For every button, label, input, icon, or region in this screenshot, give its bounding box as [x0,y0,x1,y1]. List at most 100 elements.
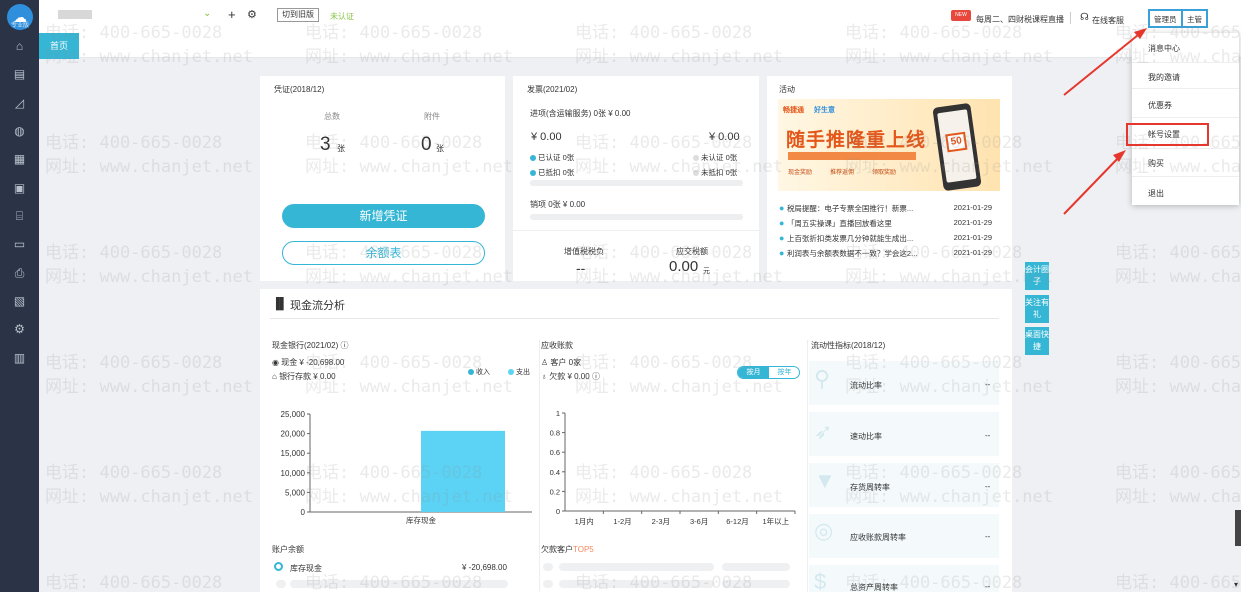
chevron-down-icon[interactable]: ⌄ [203,8,211,19]
ratio-value: -- [985,532,991,541]
image-icon[interactable]: ▣ [10,180,29,196]
ratio-label: 流动比率 [850,381,882,390]
home-icon[interactable]: ⌂ [10,38,29,54]
ratio-value: -- [985,431,991,440]
report-icon[interactable]: ▧ [10,293,29,309]
bank-line: ⌂ 银行存款 ¥ 0.00 [272,372,336,381]
x-tick-label: 1-2月 [613,517,631,526]
help-icon[interactable]: ⓘ [340,341,348,350]
news-date: 2021-01-29 [953,203,992,212]
supervisor-button[interactable]: 主管 [1181,9,1208,28]
account-name[interactable]: 库存现金 [290,563,322,574]
new-voucher-button[interactable]: 新增凭证 [282,204,485,228]
watermark-site: 网址: www.chanjet.net [1115,377,1241,397]
news-item[interactable]: ● 利润表与余额表数据不一致？学会这2... 2021-01-29 [779,248,995,263]
x-tick-label: 1年以上 [762,516,789,526]
balance-sheet-button[interactable]: 余额表 [282,241,485,265]
x-tick-label: 2-3月 [652,517,670,526]
ratio-row[interactable] [809,412,999,456]
user-icon: ♙ [541,358,551,367]
tab-home[interactable]: 首页 [39,33,79,59]
news-text[interactable]: 税局提醒：电子专票全国推行！新票... [787,204,913,213]
watermark-phone: 电话: 400-665-0028 [45,133,223,153]
period-toggle: 按月 按年 [737,366,800,379]
legend-income[interactable]: 收入 [468,367,490,377]
voucher-icon[interactable]: ▤ [10,66,29,82]
news-item[interactable]: ● 上百张折扣类发票几分钟就能生成出... 2021-01-29 [779,233,995,248]
y-tick-label: 10,000 [281,469,306,478]
gear-icon[interactable]: ⚙ [247,8,257,21]
skeleton-placeholder [543,563,553,571]
toggle-year[interactable]: 按年 [769,367,799,378]
vat-burden-label: 增值税税负 [564,247,604,256]
desktop-shortcut-button[interactable]: 桌面快捷 [1025,327,1049,355]
watermark-site: 网址: www.chanjet.net [45,267,253,287]
news-date: 2021-01-29 [953,248,992,257]
y-tick-label: 0 [301,508,306,517]
y-tick-label: 0.2 [550,487,560,496]
phone-illustration: 50 [932,102,982,191]
money-bag-icon[interactable]: ◍ [10,123,29,139]
add-icon[interactable]: + [228,7,236,22]
ratio-row[interactable] [809,463,999,507]
attachment-value[interactable]: 0 [421,134,432,156]
company-name-blurred[interactable] [58,10,92,19]
cash-line: ◉ 现金 ¥ -20,698.00 [272,358,345,367]
deducted-dot [530,170,536,177]
news-text[interactable]: 「周五实操课」直播回放看这里 [787,219,892,228]
sales-invoice-line[interactable]: 销项 0张 ¥ 0.00 [530,199,585,210]
banner-badge: 50 [945,131,968,153]
x-tick-label: 6-12月 [726,517,749,526]
calendar-icon[interactable]: ▥ [10,350,29,366]
annotation-arrows [1063,28,1147,215]
switch-old-version-button[interactable]: 切到旧版 [277,8,319,22]
tax-due-value: 0.00 [669,258,699,275]
vat-burden-value: -- [576,260,586,276]
settings-icon[interactable]: ⚙ [10,321,29,337]
input-invoice-line[interactable]: 进项(含运输服务) 0张 ¥ 0.00 [530,108,630,119]
printer-icon[interactable]: ⎙ [10,265,29,281]
news-item[interactable]: ● 税局提醒：电子专票全国推行！新票... 2021-01-29 [779,203,995,218]
sales-progress-bar [530,214,743,220]
cash-bank-chart: 0 5,000 10,000 15,000 20,000 25,000 库存现金 [281,410,532,525]
building-icon[interactable]: ▦ [10,151,29,167]
watermark-site: 网址: www.chanjet.net [45,157,253,177]
legend-expense[interactable]: 支出 [508,367,530,377]
chart-icon[interactable]: ◿ [10,95,29,111]
certification-status[interactable]: 未认证 [330,11,354,22]
skeleton-placeholder [722,563,790,571]
scrollbar-handle[interactable] [1235,510,1241,546]
ratio-label: 速动比率 [850,432,882,441]
follow-gift-button[interactable]: 关注有礼 [1025,295,1049,323]
watermark-site: 网址: www.chanjet.net [45,487,253,507]
right-amount: ¥ 0.00 [709,131,740,143]
toggle-month[interactable]: 按月 [738,367,769,378]
skeleton-placeholder [559,563,714,571]
watermark-phone: 电话: 400-665-0028 [1115,243,1241,263]
uncertified-text: 未认证 0张 [701,153,738,162]
ratio-row[interactable] [809,565,999,592]
news-item[interactable]: ● 「周五实操课」直播回放看这里 2021-01-29 [779,218,995,233]
receivable-icon: ◎ [814,518,834,543]
uncertified-dot [693,155,699,162]
news-text[interactable]: 利润表与余额表数据不一致？学会这2... [787,249,917,258]
store-icon[interactable]: ⌸ [10,208,29,224]
ratio-label: 总资产周转率 [850,583,898,592]
invoice-title: 发票(2021/02) [527,85,578,94]
accounting-circle-button[interactable]: 会计圈子 [1025,262,1049,290]
scroll-down-icon[interactable]: ▾ [1234,580,1238,589]
bar-expense [421,430,505,512]
total-value[interactable]: 3 [320,134,331,156]
ar-aging-chart: 0 0.2 0.4 0.6 0.8 1 1月内 1-2月 2-3月 3-6月 6-12月 1年以上 [550,409,796,526]
invoice-icon[interactable]: ▭ [10,236,29,252]
activity-banner[interactable]: 畅捷通 好生意 随手推隆重上线 现金奖励 推荐返佣 领取奖励 50 [778,99,1000,191]
deducted-text: 已抵扣 0张 [538,168,575,177]
debt-customers-title: 欠款客户TOP5 [541,545,594,554]
news-text[interactable]: 上百张折扣类发票几分钟就能生成出... [787,234,913,243]
help-icon[interactable]: ⓘ [592,372,600,381]
watermark-phone: 电话: 400-665-0028 [1115,463,1241,483]
current-ratio-icon: ⚲ [814,366,831,391]
skeleton-placeholder [559,580,714,588]
x-tick-label: 1月内 [575,516,594,526]
ratio-row[interactable] [809,361,999,405]
